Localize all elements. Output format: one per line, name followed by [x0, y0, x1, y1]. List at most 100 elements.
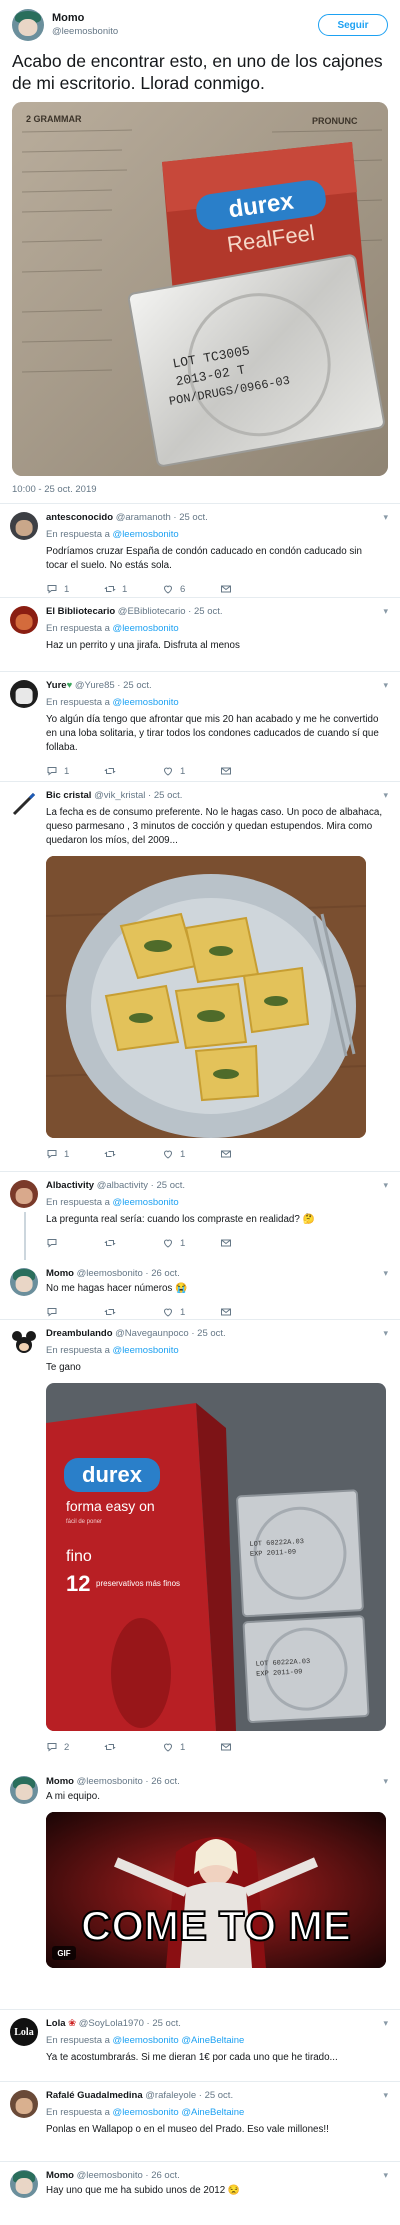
chevron-down-icon[interactable]: ▾: [383, 2090, 388, 2101]
reply-date[interactable]: 26 oct.: [151, 2170, 180, 2181]
share-button[interactable]: [220, 1741, 278, 1753]
reply-author-name[interactable]: Momo: [46, 2170, 74, 2181]
retweet-button[interactable]: [104, 765, 162, 777]
gif-media[interactable]: COME TO ME GIF: [46, 1812, 386, 1968]
share-button[interactable]: [220, 765, 278, 777]
avatar[interactable]: [10, 680, 38, 708]
reply-author-name[interactable]: El Bibliotecario: [46, 606, 115, 617]
reply-author-handle[interactable]: @EBibliotecario: [118, 606, 186, 617]
reply-tweet[interactable]: Momo @leemosbonito · 26 oct. No me hagas…: [0, 1260, 400, 1320]
reply-author-handle[interactable]: @albactivity: [97, 1180, 148, 1191]
reply-author-name[interactable]: Momo: [46, 1268, 74, 1279]
avatar[interactable]: [12, 9, 44, 41]
reply-author-handle[interactable]: @leemosbonito: [77, 1776, 143, 1787]
display-name[interactable]: Momo: [52, 12, 118, 25]
reply-date[interactable]: 25 oct.: [205, 2090, 234, 2101]
chevron-down-icon[interactable]: ▾: [383, 1180, 388, 1191]
reply-date[interactable]: 25 oct.: [154, 790, 183, 801]
reply-button[interactable]: [46, 1237, 104, 1249]
reply-date[interactable]: 25 oct.: [152, 2018, 181, 2029]
reply-tweet[interactable]: Momo @leemosbonito · 26 oct. Hay uno que…: [0, 2162, 400, 2225]
reply-tweet[interactable]: Momo @leemosbonito · 26 oct. A mi equipo…: [0, 1768, 400, 2010]
like-button[interactable]: 1: [162, 1741, 220, 1753]
reply-author-handle[interactable]: @leemosbonito: [77, 1268, 143, 1279]
avatar[interactable]: [10, 512, 38, 540]
reply-author-handle[interactable]: @Yure85: [75, 680, 115, 691]
share-button[interactable]: [220, 1237, 278, 1249]
mention-link[interactable]: @leemosbonito: [113, 1345, 179, 1356]
avatar[interactable]: Lola: [10, 2018, 38, 2046]
reply-author-name[interactable]: Lola: [46, 2018, 66, 2029]
like-button[interactable]: 1: [162, 765, 220, 777]
avatar[interactable]: [10, 790, 38, 818]
retweet-button[interactable]: [104, 1306, 162, 1318]
chevron-down-icon[interactable]: ▾: [383, 1328, 388, 1339]
reply-tweet[interactable]: Albactivity @albactivity · 25 oct. En re…: [0, 1172, 400, 1260]
reply-author-name[interactable]: antesconocido: [46, 512, 113, 523]
reply-tweet[interactable]: Dreambulando @Navegaunpoco · 25 oct. En …: [0, 1320, 400, 1768]
reply-date[interactable]: 26 oct.: [151, 1776, 180, 1787]
reply-button[interactable]: 2: [46, 1741, 104, 1753]
chevron-down-icon[interactable]: ▾: [383, 1268, 388, 1279]
reply-date[interactable]: 25 oct.: [179, 512, 208, 523]
chevron-down-icon[interactable]: ▾: [383, 2018, 388, 2029]
avatar[interactable]: [10, 2090, 38, 2118]
reply-date[interactable]: 25 oct.: [157, 1180, 186, 1191]
reply-author-name[interactable]: Yure: [46, 680, 67, 691]
reply-author-name[interactable]: Dreambulando: [46, 1328, 113, 1339]
reply-author-name[interactable]: Albactivity: [46, 1180, 94, 1191]
reply-tweet[interactable]: antesconocido @aramanoth · 25 oct. En re…: [0, 504, 400, 598]
avatar[interactable]: [10, 1180, 38, 1208]
retweet-button[interactable]: [104, 1741, 162, 1753]
chevron-down-icon[interactable]: ▾: [383, 606, 388, 617]
mention-link[interactable]: @leemosbonito @AineBeltaine: [113, 2035, 245, 2046]
reply-author-name[interactable]: Rafalé Guadalmedina: [46, 2090, 143, 2101]
avatar[interactable]: [10, 1268, 38, 1296]
user-handle[interactable]: @leemosbonito: [52, 25, 118, 38]
retweet-button[interactable]: [104, 1148, 162, 1160]
mention-link[interactable]: @leemosbonito: [113, 529, 179, 540]
chevron-down-icon[interactable]: ▾: [383, 1776, 388, 1787]
reply-tweet[interactable]: Lola Lola ❀ @SoyLola1970 · 25 oct. En re…: [0, 2010, 400, 2082]
reply-author-handle[interactable]: @leemosbonito: [77, 2170, 143, 2181]
share-button[interactable]: [220, 583, 278, 595]
reply-author-handle[interactable]: @aramanoth: [116, 512, 171, 523]
like-button[interactable]: 1: [162, 1237, 220, 1249]
reply-date[interactable]: 26 oct.: [151, 1268, 180, 1279]
reply-button[interactable]: 1: [46, 1148, 104, 1160]
reply-button[interactable]: 1: [46, 583, 104, 595]
reply-author-handle[interactable]: @rafaleyole: [145, 2090, 196, 2101]
ravioli-photo[interactable]: [46, 856, 366, 1138]
share-button[interactable]: [220, 1148, 278, 1160]
reply-tweet[interactable]: Rafalé Guadalmedina @rafaleyole · 25 oct…: [0, 2082, 400, 2162]
like-button[interactable]: 1: [162, 1306, 220, 1318]
mention-link[interactable]: @leemosbonito @AineBeltaine: [113, 2107, 245, 2118]
retweet-button[interactable]: 1: [104, 583, 162, 595]
reply-button[interactable]: 1: [46, 765, 104, 777]
chevron-down-icon[interactable]: ▾: [383, 680, 388, 691]
chevron-down-icon[interactable]: ▾: [383, 512, 388, 523]
chevron-down-icon[interactable]: ▾: [383, 790, 388, 801]
avatar[interactable]: [10, 1328, 38, 1356]
chevron-down-icon[interactable]: ▾: [383, 2170, 388, 2181]
mention-link[interactable]: @leemosbonito: [113, 697, 179, 708]
mention-link[interactable]: @leemosbonito: [113, 623, 179, 634]
reply-author-handle[interactable]: @vik_kristal: [94, 790, 145, 801]
reply-date[interactable]: 25 oct.: [197, 1328, 226, 1339]
like-button[interactable]: 6: [162, 583, 220, 595]
reply-date[interactable]: 25 oct.: [194, 606, 223, 617]
share-button[interactable]: [220, 1306, 278, 1318]
avatar[interactable]: [10, 2170, 38, 2198]
reply-author-name[interactable]: Bic cristal: [46, 790, 91, 801]
mention-link[interactable]: @leemosbonito: [113, 1197, 179, 1208]
like-button[interactable]: 1: [162, 1148, 220, 1160]
durex-box-photo[interactable]: durex forma easy on fácil de poner fino …: [46, 1383, 386, 1731]
reply-tweet[interactable]: Bic cristal @vik_kristal · 25 oct. La fe…: [0, 782, 400, 1172]
reply-author-name[interactable]: Momo: [46, 1776, 74, 1787]
reply-button[interactable]: [46, 1306, 104, 1318]
tweet-timestamp[interactable]: 10:00 - 25 oct. 2019: [12, 476, 388, 503]
reply-author-handle[interactable]: @Navegaunpoco: [115, 1328, 189, 1339]
reply-date[interactable]: 25 oct.: [123, 680, 152, 691]
avatar[interactable]: [10, 1776, 38, 1804]
follow-button[interactable]: Seguir: [318, 14, 388, 36]
